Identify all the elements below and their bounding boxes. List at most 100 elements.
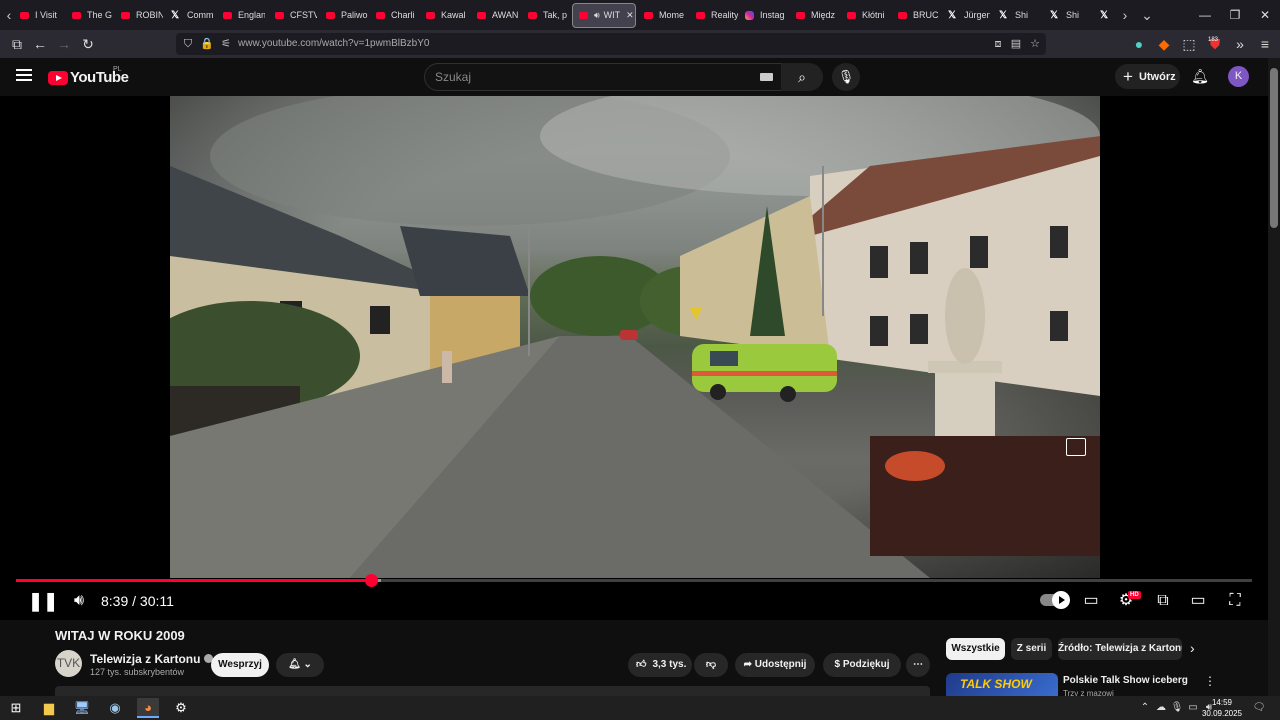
volume-button[interactable]: 🔊︎	[68, 590, 90, 612]
minimize-icon[interactable]: —	[1190, 0, 1220, 30]
vpn-extension-icon[interactable]: ●	[1128, 34, 1150, 54]
onedrive-icon[interactable]: ☁	[1154, 699, 1168, 717]
notification-settings-button[interactable]: 🔔︎ ⌄	[276, 653, 324, 677]
system-clock[interactable]: 14:59 30.09.2025	[1202, 697, 1242, 719]
close-window-icon[interactable]: ✕	[1250, 0, 1280, 30]
pause-button[interactable]: ❚❚	[28, 590, 58, 612]
firefox-icon[interactable]: ◕	[137, 698, 159, 718]
voice-search-button[interactable]: 🎙	[832, 63, 860, 91]
tab-scroll-right-icon[interactable]: ›	[1116, 0, 1134, 30]
chip-all[interactable]: Wszystkie	[946, 638, 1005, 660]
tab-19[interactable]: 𝕏 Shi	[999, 5, 1041, 25]
file-explorer-icon[interactable]: ▆	[38, 698, 60, 718]
notifications-icon[interactable]: 🗨	[1252, 699, 1266, 717]
channel-name-link[interactable]: Telewizja z Kartonu	[90, 652, 214, 666]
bookmark-star-icon[interactable]: ☆	[1027, 36, 1043, 52]
tab-12[interactable]: Mome	[644, 5, 686, 25]
search-button[interactable]: ⌕	[781, 63, 823, 91]
recommendation-title[interactable]: Polskie Talk Show iceberg	[1063, 675, 1188, 686]
sidebar-toggle-icon[interactable]: ⧉	[6, 34, 28, 54]
progress-scrubber[interactable]	[364, 574, 378, 587]
share-button[interactable]: ➦ Udostępnij	[735, 653, 815, 677]
tab-15[interactable]: Międz	[796, 5, 838, 25]
extensions-icon[interactable]: ⬚	[1178, 34, 1200, 54]
thanks-button[interactable]: $ Podziękuj	[823, 653, 901, 677]
description-box[interactable]	[55, 686, 930, 696]
tray-chevron-up-icon[interactable]: ⌃	[1138, 699, 1152, 717]
switch-to-miniplayer-icon[interactable]	[1066, 438, 1086, 456]
fullscreen-button[interactable]: ⛶	[1224, 590, 1246, 612]
settings-gear-icon[interactable]: ⚙	[170, 698, 192, 718]
hamburger-menu-icon[interactable]	[16, 69, 32, 81]
autoplay-toggle[interactable]	[1040, 591, 1070, 609]
forward-icon[interactable]: →	[53, 34, 75, 54]
tab-20[interactable]: 𝕏 Shi	[1050, 5, 1092, 25]
tab-6[interactable]: Paliwo	[326, 5, 368, 25]
tab-4[interactable]: Englan	[223, 5, 265, 25]
chips-next-chevron-icon[interactable]: ›	[1190, 640, 1195, 656]
tab-9[interactable]: AWAN	[477, 5, 519, 25]
address-bar[interactable]: ⛉ 🔒 ⚟ www.youtube.com/watch?v=1pwmBlBzbY…	[176, 33, 1046, 55]
tab-audio-icon[interactable]: 🔊︎	[594, 10, 600, 20]
scrollbar-thumb[interactable]	[1270, 68, 1278, 228]
tab-14[interactable]: Instag	[745, 5, 787, 25]
channel-name[interactable]: Telewizja z Kartonu	[90, 652, 200, 666]
video-player[interactable]: ❚❚ 🔊︎ 8:39 / 30:11 ▭ ⚙ HD ⧉ ▭ ⛶	[0, 96, 1268, 620]
overflow-chevron-icon[interactable]: »	[1229, 34, 1251, 54]
chip-source[interactable]: Źródło: Telewizja z Kartonu	[1058, 638, 1182, 660]
tab-21[interactable]: 𝕏(	[1100, 5, 1114, 25]
more-actions-button[interactable]: ⋯	[906, 653, 930, 677]
theater-mode-button[interactable]: ▭	[1187, 590, 1209, 612]
dislike-button[interactable]: 👎︎	[694, 653, 728, 677]
tab-11[interactable]: 🔊︎ WIT ✕	[572, 3, 636, 28]
url-text[interactable]: www.youtube.com/watch?v=1pwmBlBzbY0	[238, 33, 429, 55]
tab-scroll-left-icon[interactable]: ‹	[0, 0, 18, 30]
permissions-icon[interactable]: ⚟	[218, 36, 234, 52]
start-windows-icon[interactable]: ⊞	[5, 698, 27, 718]
keyboard-icon[interactable]	[760, 73, 773, 81]
restore-icon[interactable]: ❐	[1220, 0, 1250, 30]
chip-series[interactable]: Z serii	[1011, 638, 1052, 660]
search-input[interactable]: Szukaj	[424, 63, 782, 91]
miniplayer-button[interactable]: ⧉	[1152, 590, 1174, 612]
channel-avatar[interactable]: TVK	[55, 650, 82, 677]
tab-0[interactable]: I Visit	[20, 5, 62, 25]
this-pc-icon[interactable]: 🖥︎	[71, 698, 93, 718]
microphone-tray-icon[interactable]: 🎙	[1170, 699, 1184, 717]
notifications-bell-icon[interactable]: 🔔︎	[1190, 66, 1210, 86]
tab-list-chevron-icon[interactable]: ⌄	[1138, 0, 1156, 30]
tab-10[interactable]: Tak, p	[528, 5, 570, 25]
like-button[interactable]: 👍︎ 3,3 tys.	[628, 653, 692, 677]
network-icon[interactable]: ▭	[1186, 699, 1200, 717]
tab-18[interactable]: 𝕏 Jürgen	[948, 5, 990, 25]
video-frame[interactable]	[170, 96, 1100, 578]
tab-7[interactable]: Charli	[376, 5, 418, 25]
account-avatar[interactable]: K	[1228, 66, 1249, 87]
tab-13[interactable]: Reality	[696, 5, 738, 25]
create-button[interactable]: + Utwórz	[1115, 64, 1180, 89]
page-scrollbar[interactable]	[1268, 58, 1280, 696]
reader-view-icon[interactable]: ▤	[1008, 36, 1024, 52]
lock-icon[interactable]: 🔒	[199, 36, 215, 52]
tab-2[interactable]: ROBIN	[121, 5, 163, 25]
picture-in-picture-icon[interactable]: ⧈	[990, 36, 1006, 52]
support-button[interactable]: Wesprzyj	[211, 653, 269, 677]
subtitles-button[interactable]: ▭	[1080, 590, 1102, 612]
tab-1[interactable]: The G	[72, 5, 114, 25]
fox-extension-icon[interactable]: ◆	[1153, 34, 1175, 54]
ublock-icon[interactable]: ⛊ 183	[1204, 34, 1226, 54]
youtube-logo[interactable]: YouTube PL	[48, 66, 129, 86]
tab-16[interactable]: Kłótni	[847, 5, 889, 25]
reload-icon[interactable]: ↻	[77, 34, 99, 54]
shield-icon[interactable]: ⛉	[180, 36, 196, 52]
back-icon[interactable]: ←	[29, 34, 51, 54]
recommendation-menu-icon[interactable]: ⋮	[1204, 674, 1216, 688]
tab-5[interactable]: CFSTV	[275, 5, 317, 25]
progress-bar[interactable]	[16, 574, 1252, 587]
tab-close-icon[interactable]: ✕	[626, 10, 634, 20]
tab-3[interactable]: 𝕏 Comm	[171, 5, 213, 25]
menu-icon[interactable]: ≡	[1254, 34, 1276, 54]
tab-17[interactable]: BRUC	[898, 5, 940, 25]
steam-icon[interactable]: ◉	[104, 698, 126, 718]
tab-8[interactable]: Kawal	[426, 5, 468, 25]
